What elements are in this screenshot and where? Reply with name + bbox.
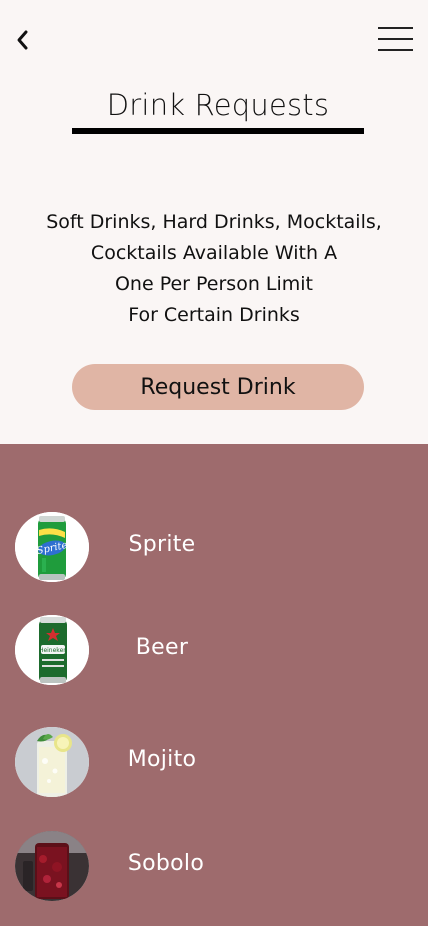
drink-name: Sprite — [128, 532, 196, 557]
drink-name: Sobolo — [127, 851, 205, 876]
sobolo-glass-image — [15, 831, 89, 901]
drink-name: Mojito — [127, 747, 197, 772]
header-section: Drink Requests Soft Drinks, Hard Drinks,… — [0, 0, 428, 444]
list-item-sobolo[interactable]: Sobolo — [0, 831, 428, 911]
request-drink-button[interactable]: Request Drink — [72, 364, 364, 410]
description-line: For Certain Drinks — [128, 304, 300, 326]
svg-text:Heineken: Heineken — [39, 647, 67, 654]
description-line: Soft Drinks, Hard Drinks, Mocktails, — [46, 211, 382, 233]
chevron-left-icon — [17, 30, 28, 50]
list-item-beer[interactable]: Heineken Beer — [0, 615, 428, 695]
drink-name: Beer — [135, 635, 189, 660]
title-underline — [72, 128, 364, 134]
description-text: Soft Drinks, Hard Drinks, Mocktails, Coc… — [20, 207, 408, 331]
sprite-can-image: Sprite — [15, 512, 89, 582]
heineken-can-image: Heineken — [15, 615, 89, 685]
description-line: One Per Person Limit — [114, 273, 314, 295]
list-item-mojito[interactable]: Mojito — [0, 727, 428, 807]
drink-list: Sprite Sprite Heineken Beer Mojito Sobol… — [0, 444, 428, 926]
back-button[interactable] — [10, 26, 34, 54]
mojito-glass-image — [15, 727, 89, 797]
page-title: Drink Requests — [106, 88, 330, 122]
description-line: Cocktails Available With A — [90, 242, 338, 264]
hamburger-menu-icon[interactable] — [378, 26, 414, 52]
list-item-sprite[interactable]: Sprite Sprite — [0, 512, 428, 592]
